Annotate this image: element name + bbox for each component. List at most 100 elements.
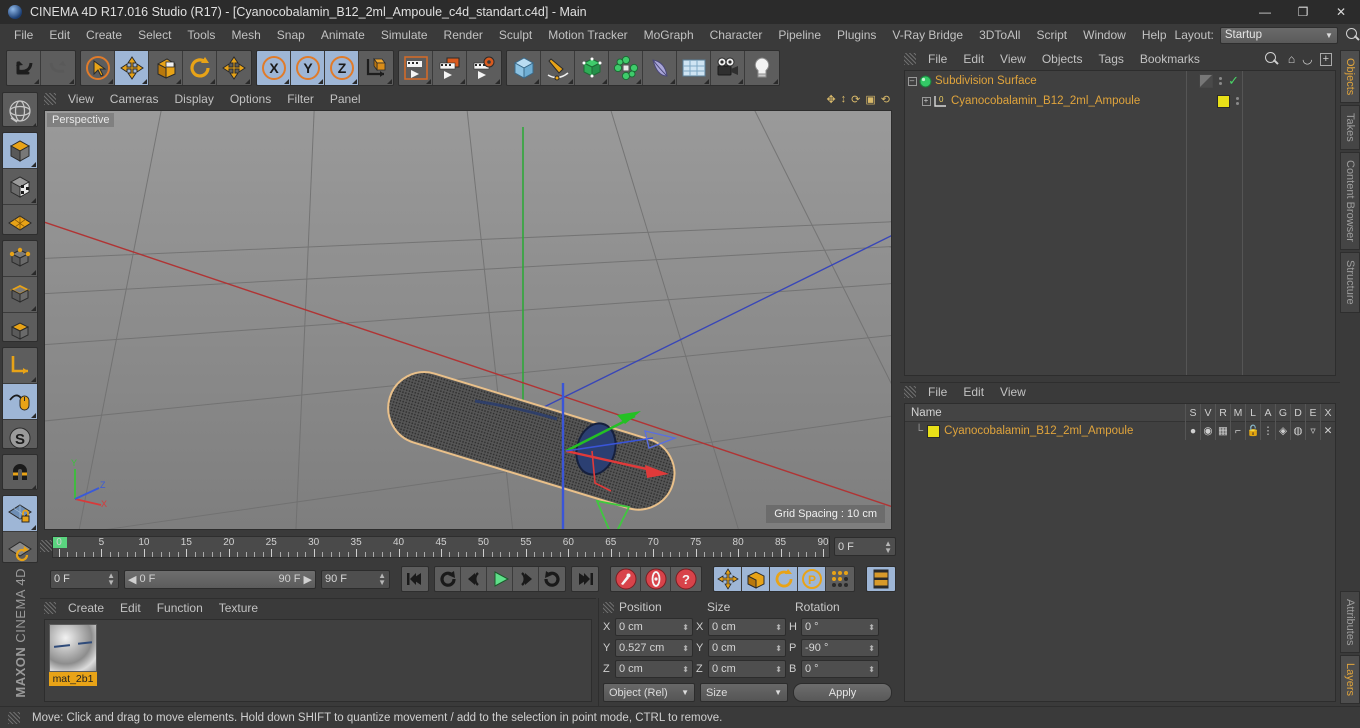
menu-render[interactable]: Render <box>436 24 491 46</box>
rotate-view-icon[interactable]: ⟳ <box>851 93 860 106</box>
layout-select[interactable]: Startup ▼ <box>1219 26 1338 44</box>
object-menu-bookmarks[interactable]: Bookmarks <box>1132 50 1208 68</box>
key-scale-icon[interactable] <box>742 567 770 591</box>
rotate-tool-icon[interactable] <box>183 51 217 85</box>
planar-workplane-icon[interactable] <box>3 531 37 563</box>
cube-primitive-icon[interactable] <box>507 51 541 85</box>
menu-simulate[interactable]: Simulate <box>373 24 436 46</box>
light-icon[interactable] <box>745 51 779 85</box>
close-button[interactable]: ✕ <box>1322 0 1360 24</box>
axis-y-icon[interactable]: Y <box>291 51 325 85</box>
spinner-icon[interactable]: ⬍ <box>868 644 875 652</box>
go-to-end-button[interactable] <box>572 567 598 591</box>
layer-header-g[interactable]: G <box>1275 403 1290 422</box>
layer-menu-file[interactable]: File <box>920 383 955 401</box>
halfsplit-tag-icon[interactable] <box>1199 74 1214 88</box>
check-icon[interactable]: ✓ <box>1228 73 1239 89</box>
menu-select[interactable]: Select <box>130 24 179 46</box>
expand-toggle[interactable]: + <box>919 96 933 106</box>
layer-header-d[interactable]: D <box>1290 403 1305 422</box>
layer-header-r[interactable]: R <box>1215 403 1230 422</box>
timeline-ruler[interactable]: 0 5 10 15 20 25 30 35 40 45 50 55 60 65 70 75 80 85 90 <box>52 536 830 558</box>
current-frame-field[interactable]: 0 F ▲ ▼ <box>834 537 896 556</box>
play-backwards-button[interactable] <box>435 567 461 591</box>
record-active-objects-button[interactable] <box>611 567 641 591</box>
vtab-content-browser[interactable]: Content Browser <box>1340 152 1360 250</box>
menu-3dtoall[interactable]: 3DToAll <box>971 24 1028 46</box>
3d-viewport[interactable]: Perspective Y X Z Grid Spacing: 10 cm <box>44 110 892 530</box>
material-list[interactable]: mat_2b1 <box>44 619 592 702</box>
zoom-view-icon[interactable]: ↕ <box>841 93 847 106</box>
workplane-mode-icon[interactable] <box>3 205 37 234</box>
ellipse-icon[interactable]: ◡ <box>1302 52 1312 66</box>
object-row-ampoule[interactable]: + 0 Cyanocobalamin_B12_2ml_Ampoule <box>905 91 1335 111</box>
material-item[interactable]: mat_2b1 <box>49 624 97 686</box>
render-to-picture-viewer-icon[interactable] <box>433 51 467 85</box>
spinner-icon[interactable]: ⬍ <box>775 644 782 652</box>
spline-pen-icon[interactable] <box>541 51 575 85</box>
layer-header-s[interactable]: S <box>1185 403 1200 422</box>
material-tag-icon[interactable] <box>1217 94 1230 108</box>
home-icon[interactable]: ⌂ <box>1288 52 1295 66</box>
menu-pipeline[interactable]: Pipeline <box>770 24 829 46</box>
layout-view-icon[interactable]: ⟲ <box>881 93 890 106</box>
play-forwards-button[interactable] <box>487 567 513 591</box>
apply-button[interactable]: Apply <box>793 683 892 702</box>
spinner-icon[interactable]: ▲ ▼ <box>884 539 892 554</box>
end-frame-field[interactable]: 90 F ▲ ▼ <box>321 569 390 589</box>
spinner-icon[interactable]: ⬍ <box>868 623 875 631</box>
layer-menu-view[interactable]: View <box>992 383 1034 401</box>
autokeying-button[interactable] <box>641 567 671 591</box>
panel-grip-icon[interactable] <box>44 93 56 105</box>
expand-toggle[interactable]: – <box>905 76 919 86</box>
enable-snapping-icon[interactable] <box>3 383 37 420</box>
menu-motion-tracker[interactable]: Motion Tracker <box>540 24 635 46</box>
range-left-arrow-icon[interactable]: ◀ <box>128 573 136 586</box>
material-menu-texture[interactable]: Texture <box>211 599 266 617</box>
layer-col-g[interactable]: ◈ <box>1275 422 1290 440</box>
magnet-tool-icon[interactable] <box>3 455 37 489</box>
vtab-layers[interactable]: Layers <box>1340 654 1360 704</box>
menu-file[interactable]: File <box>6 24 41 46</box>
object-menu-edit[interactable]: Edit <box>955 50 992 68</box>
dots-icon[interactable] <box>1236 97 1239 105</box>
layer-header-v[interactable]: V <box>1200 403 1215 422</box>
layer-col-v[interactable]: ◉ <box>1200 422 1215 440</box>
layer-col-a[interactable]: ⋮ <box>1260 422 1275 440</box>
menu-script[interactable]: Script <box>1028 24 1075 46</box>
timeline-button[interactable] <box>867 567 895 591</box>
viewport-menu-options[interactable]: Options <box>222 90 279 108</box>
menu-edit[interactable]: Edit <box>41 24 78 46</box>
spinner-icon[interactable]: ⬍ <box>775 623 782 631</box>
layer-col-m[interactable]: ⌐ <box>1230 422 1245 440</box>
menu-character[interactable]: Character <box>702 24 771 46</box>
vtab-attributes[interactable]: Attributes <box>1340 590 1360 653</box>
layer-menu-edit[interactable]: Edit <box>955 383 992 401</box>
minimize-button[interactable]: — <box>1246 0 1284 24</box>
search-icon[interactable] <box>1344 26 1360 44</box>
undo-icon[interactable] <box>7 51 41 85</box>
model-mode-icon[interactable] <box>3 133 37 170</box>
layer-col-s[interactable]: ● <box>1185 422 1200 440</box>
next-frame-button[interactable] <box>513 567 539 591</box>
floor-environment-icon[interactable] <box>677 51 711 85</box>
axis-z-icon[interactable]: Z <box>325 51 359 85</box>
spinner-icon[interactable]: ▲ ▼ <box>378 572 386 587</box>
menu-v-ray-bridge[interactable]: V-Ray Bridge <box>884 24 971 46</box>
layer-header-e[interactable]: E <box>1305 403 1320 422</box>
live-selection-icon[interactable] <box>81 51 115 85</box>
object-menu-view[interactable]: View <box>992 50 1034 68</box>
size-mode-dropdown[interactable]: Size ▼ <box>700 683 788 702</box>
layer-header-m[interactable]: M <box>1230 403 1245 422</box>
spinner-icon[interactable]: ⬍ <box>775 665 782 673</box>
layer-col-e[interactable]: ▿ <box>1305 422 1320 440</box>
spinner-icon[interactable]: ⬍ <box>682 623 689 631</box>
layer-header-x[interactable]: X <box>1320 403 1335 422</box>
start-frame-field[interactable]: 0 F ▲ ▼ <box>50 569 119 589</box>
pos-y-field[interactable]: 0.527 cm ⬍ <box>615 639 693 657</box>
object-menu-file[interactable]: File <box>920 50 955 68</box>
pos-x-field[interactable]: 0 cm ⬍ <box>615 618 693 636</box>
spinner-icon[interactable]: ⬍ <box>682 644 689 652</box>
generator-nurbs-icon[interactable] <box>575 51 609 85</box>
size-x-field[interactable]: 0 cm ⬍ <box>708 618 786 636</box>
